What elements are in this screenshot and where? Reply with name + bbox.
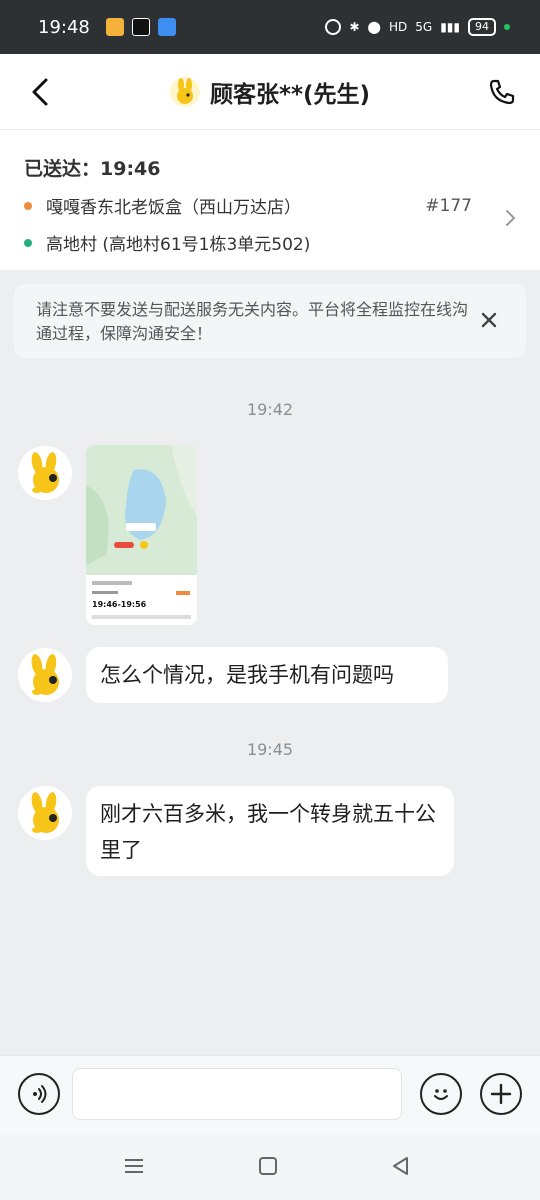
chat-header: 顾客张**(先生)	[0, 54, 540, 130]
alarm-icon	[325, 19, 342, 35]
privacy-dot	[504, 24, 510, 30]
delivery-address: 高地村 (高地村61号1栋3单元502)	[46, 235, 311, 255]
delivered-status: 已送达：19:46	[24, 158, 161, 180]
customer-avatar[interactable]	[18, 786, 72, 840]
input-bar	[0, 1055, 540, 1133]
timestamp: 19:45	[246, 740, 294, 759]
address-row: 高地村 (高地村61号1栋3单元502)	[24, 230, 516, 255]
status-time: 19:48	[38, 16, 90, 38]
customer-avatar[interactable]	[18, 446, 72, 500]
back-triangle-icon	[393, 1157, 408, 1175]
chevron-right-icon	[506, 210, 516, 226]
map-time-range: 19:46-19:56	[92, 600, 147, 609]
status-bar: 19:48 ✱ ⬤ HD 5G ▮▮▮ 94	[0, 0, 540, 54]
status-indicators: ✱ ⬤ HD 5G ▮▮▮ 94	[325, 18, 510, 36]
map-image: 19:46-19:56	[86, 445, 197, 625]
mascot-icon	[31, 792, 59, 833]
smiley-icon	[434, 1089, 448, 1100]
page-title: 顾客张**(先生)	[209, 81, 371, 108]
close-icon[interactable]	[478, 309, 500, 331]
network-label: 5G	[415, 20, 433, 34]
customer-avatar-small	[169, 76, 200, 107]
mascot-icon	[176, 77, 193, 104]
store-row: 嘎嘎香东北老饭盒（西山万达店） #177	[24, 193, 516, 218]
store-dot	[24, 201, 32, 210]
location-icon: ⬤	[367, 20, 381, 34]
message-bubble[interactable]: 刚才六百多米，我一个转身就五十公里了	[86, 786, 454, 876]
voice-icon	[33, 1085, 47, 1103]
battery-indicator: 94	[468, 18, 496, 36]
hd-badge: HD	[388, 20, 408, 34]
weather-app-icon	[105, 18, 124, 36]
home-square-icon	[259, 1157, 277, 1175]
more-button[interactable]	[480, 1073, 522, 1115]
recent-apps-button[interactable]	[119, 1151, 149, 1181]
customer-avatar[interactable]	[18, 648, 72, 702]
mascot-icon	[31, 654, 59, 695]
plus-icon	[490, 1083, 512, 1105]
address-dot	[24, 238, 32, 247]
phone-icon	[489, 79, 515, 105]
title-wrap: 顾客张**(先生)	[169, 75, 371, 109]
message-bubble[interactable]: 怎么个情况，是我手机有问题吗	[86, 647, 448, 703]
back-nav-button[interactable]	[386, 1151, 416, 1181]
timestamp: 19:42	[246, 400, 294, 419]
home-button[interactable]	[253, 1151, 283, 1181]
map-screenshot-image[interactable]: 19:46-19:56	[86, 445, 197, 625]
menu-icon	[125, 1159, 143, 1173]
notice-text: 请注意不要发送与配送服务无关内容。平台将全程监控在线沟通过程，保障沟通安全！	[36, 300, 469, 343]
tiktok-app-icon	[131, 18, 150, 36]
order-number: #177	[425, 195, 472, 216]
call-button[interactable]	[484, 74, 520, 110]
bluetooth-icon: ✱	[349, 20, 360, 34]
back-button[interactable]	[22, 74, 58, 110]
order-card[interactable]: 已送达：19:46 嘎嘎香东北老饭盒（西山万达店） #177 高地村 (高地村6…	[0, 130, 540, 270]
mascot-icon	[31, 452, 59, 493]
messages-app-icon	[157, 18, 176, 36]
system-nav-bar	[0, 1133, 540, 1200]
message-input[interactable]	[72, 1068, 402, 1120]
emoji-button[interactable]	[420, 1073, 462, 1115]
store-name: 嘎嘎香东北老饭盒（西山万达店）	[46, 198, 301, 218]
status-app-icons	[105, 18, 176, 36]
voice-button[interactable]	[18, 1073, 60, 1115]
signal-icon: ▮▮▮	[440, 20, 460, 34]
safety-notice: 请注意不要发送与配送服务无关内容。平台将全程监控在线沟通过程，保障沟通安全！	[14, 284, 526, 358]
chevron-left-icon	[32, 78, 48, 106]
